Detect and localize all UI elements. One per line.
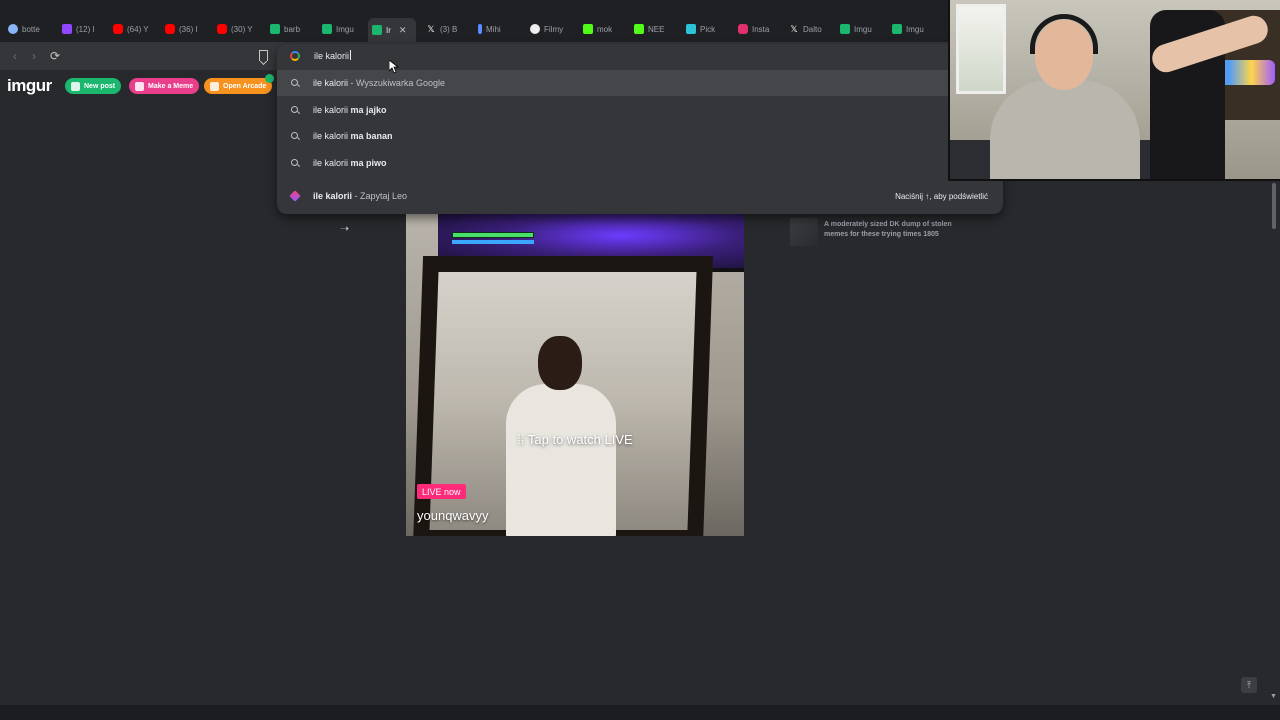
tab[interactable]: Mihi [478,20,518,38]
webcam-window [956,4,1006,94]
scroll-to-top-icon[interactable]: ⤒ [1241,677,1257,693]
tab[interactable]: Insta [738,20,778,38]
tab[interactable]: 𝕏 (3) B [426,20,466,38]
new-post-button[interactable]: New post [65,78,122,94]
bookmark-icon[interactable] [259,50,268,61]
tab-favicon-icon [8,24,18,34]
tab[interactable]: NEE [634,20,674,38]
video-person-body [506,384,616,536]
tab[interactable]: Pick [686,20,726,38]
video-hud-health [452,232,534,238]
tap-to-watch-live[interactable]: ⁞⁞ Tap to watch LIVE [406,432,744,447]
live-bars-icon: ⁞⁞ [517,432,528,447]
live-badge: LIVE now [417,484,466,499]
imgur-header: imgur New post Make a Meme Open Arcade [0,70,277,100]
x-logo-icon: 𝕏 [427,24,435,34]
tab-active[interactable]: Ir ✕ [368,18,416,42]
tab[interactable]: (36) I [165,20,205,38]
search-icon [291,79,298,86]
youtube-icon [165,24,175,34]
suggestion-item[interactable]: ile kalorii ma banan [277,123,1003,149]
scroll-down-icon[interactable]: ▼ [1270,693,1277,700]
search-icon [291,159,298,166]
address-input[interactable]: ile kalorii [314,50,352,61]
video-player[interactable]: ⁞⁞ Tap to watch LIVE LIVE now younqwavyy [406,214,744,536]
omnibox-dropdown: ile kalorii ile kalorii - Wyszukiwarka G… [277,44,1003,214]
kick-icon [583,24,593,34]
suggestion-item[interactable]: ile kalorii ma jajko [277,97,1003,123]
related-post[interactable]: A moderately sized DK dump of stolen mem… [790,218,990,248]
tab-favicon-icon [686,24,696,34]
suggestion-item[interactable]: ile kalorii - Wyszukiwarka Google [277,70,1003,96]
share-arrow-icon[interactable]: ➝ [340,222,349,235]
forward-icon[interactable]: › [26,48,42,64]
streamer-username: younqwavyy [417,508,489,523]
reload-icon[interactable]: ⟳ [47,48,63,64]
tab[interactable]: 𝕏 Dalto [789,20,829,38]
keyboard-hint: Naciśnij ↑, aby podświetlić [895,191,988,201]
imgur-icon [892,24,902,34]
notification-dot [265,74,274,83]
tab[interactable]: barb [270,20,310,38]
search-icon [291,106,298,113]
make-meme-button[interactable]: Make a Meme [129,78,200,94]
plus-icon [71,81,80,91]
webcam-person-body [990,80,1140,179]
scrollbar-thumb[interactable] [1272,183,1276,229]
open-arcade-button[interactable]: Open Arcade [204,78,273,94]
tab[interactable]: Imgu [322,20,362,38]
tab[interactable]: Imgu [892,20,932,38]
video-hud-shield [452,240,534,244]
google-icon [290,51,300,61]
imgur-icon [270,24,280,34]
arcade-icon [210,81,219,91]
related-post-title: A moderately sized DK dump of stolen mem… [824,221,952,238]
tab-favicon-icon [478,24,482,34]
tiktok-icon [530,24,540,34]
video-person-head [538,336,582,390]
related-post-thumbnail [790,218,818,246]
twitch-icon [62,24,72,34]
x-logo-icon: 𝕏 [790,24,798,34]
kick-icon [634,24,644,34]
tab[interactable]: (30) Y [217,20,257,38]
imgur-icon [322,24,332,34]
leo-suggestion[interactable]: ile kalorii - Zapytaj Leo Naciśnij ↑, ab… [277,183,1003,209]
back-icon[interactable]: ‹ [7,48,23,64]
suggestion-item[interactable]: ile kalorii ma piwo [277,150,1003,176]
close-tab-icon[interactable]: ✕ [399,25,407,36]
bottom-bar [0,705,1280,720]
address-bar[interactable]: ile kalorii [277,44,1003,68]
tab[interactable]: Imgu [840,20,880,38]
browser-window: botte (12) I (64) Y (36) I (30) Y barb I… [0,0,1280,720]
instagram-icon [738,24,748,34]
tab[interactable]: mok [583,20,623,38]
search-icon [291,132,298,139]
webcam-overlay [948,0,1280,181]
tab[interactable]: Filmy [530,20,570,38]
leo-ai-icon [289,190,301,202]
text-caret [350,50,352,60]
headset-icon [1030,14,1098,54]
imgur-icon [840,24,850,34]
imgur-logo[interactable]: imgur [7,76,52,96]
youtube-icon [217,24,227,34]
tab[interactable]: (12) I [62,20,102,38]
tab[interactable]: botte [8,20,48,38]
meme-icon [135,81,144,91]
tab[interactable]: (64) Y [113,20,153,38]
imgur-icon [372,25,382,35]
youtube-icon [113,24,123,34]
